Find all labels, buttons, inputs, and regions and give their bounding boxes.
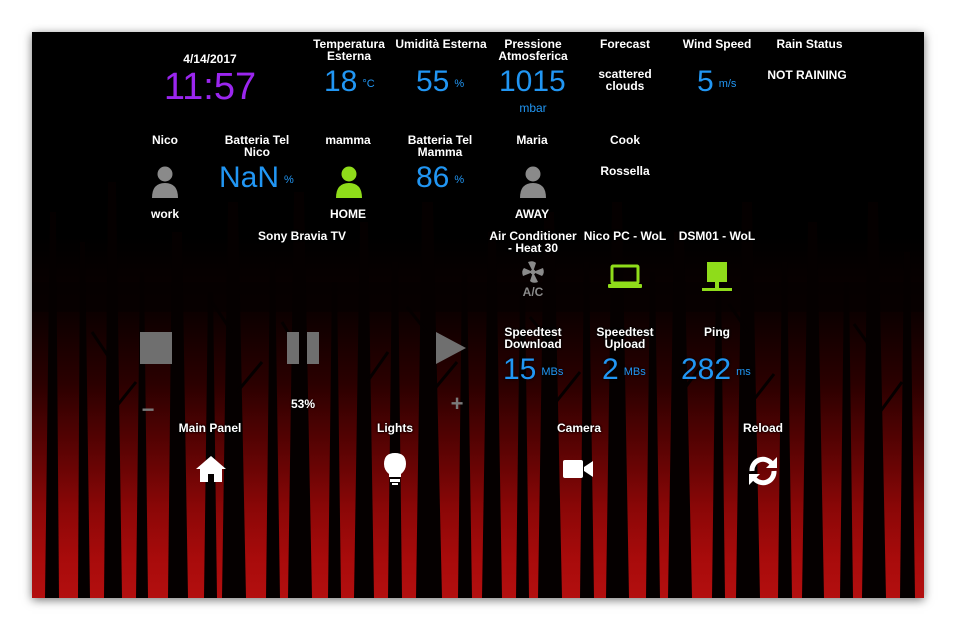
volume-down-button[interactable]: − bbox=[140, 399, 156, 421]
speed-upload-label: Speedtest Upload bbox=[596, 325, 654, 351]
volume-level: 53% bbox=[290, 397, 316, 411]
server-icon bbox=[702, 262, 732, 291]
forest-background bbox=[32, 182, 924, 598]
ping-unit: ms bbox=[736, 366, 751, 378]
play-icon[interactable] bbox=[434, 331, 468, 365]
pressure-label: Pressione Atmosferica bbox=[498, 37, 568, 63]
nav-main-label: Main Panel bbox=[178, 421, 242, 435]
home-icon bbox=[196, 456, 226, 482]
person-mamma-label: mamma bbox=[325, 133, 371, 147]
lightbulb-icon bbox=[384, 453, 406, 485]
wind-value: 5 m/s bbox=[697, 67, 736, 97]
svg-text:A/C: A/C bbox=[523, 285, 544, 298]
pressure-value: 1015 bbox=[499, 65, 566, 98]
cook-label: Cook bbox=[610, 133, 640, 147]
humidity-label: Umidità Esterna bbox=[395, 37, 487, 51]
humidity-value: 55% bbox=[416, 67, 464, 97]
nav-lights-label: Lights bbox=[377, 421, 413, 435]
battery-nico-label: Batteria Tel Nico bbox=[224, 133, 290, 159]
temp-number: 18 bbox=[324, 65, 358, 98]
battery-nico-number: NaN bbox=[219, 161, 280, 194]
ping-number: 282 bbox=[681, 353, 732, 386]
temp-label: Temperatura Esterna bbox=[313, 37, 385, 63]
forecast-value: scattered clouds bbox=[598, 67, 652, 93]
battery-nico-value: NaN% bbox=[219, 163, 294, 193]
cook-value: Rossella bbox=[600, 164, 650, 178]
speed-download-number: 15 bbox=[503, 353, 537, 386]
laptop-icon bbox=[608, 264, 642, 288]
speed-upload-value: 2 MBs bbox=[602, 355, 646, 385]
speed-download-value: 15 MBs bbox=[503, 355, 563, 385]
switch-dsm-label: DSM01 - WoL bbox=[678, 229, 756, 243]
person-icon bbox=[152, 166, 178, 198]
rain-label: Rain Status bbox=[776, 37, 843, 51]
media-label: Sony Bravia TV bbox=[257, 229, 347, 243]
person-icon bbox=[520, 166, 546, 198]
speed-download-unit: MBs bbox=[541, 366, 564, 378]
wind-number: 5 bbox=[697, 65, 714, 98]
battery-mamma-value: 86% bbox=[416, 163, 464, 193]
volume-up-button[interactable]: + bbox=[448, 393, 466, 415]
date-label: 4/14/2017 bbox=[183, 52, 237, 66]
person-nico-state: work bbox=[150, 207, 179, 221]
speed-upload-unit: MBs bbox=[623, 366, 646, 378]
clock-time: 11:57 bbox=[163, 66, 257, 108]
person-mamma-state: HOME bbox=[330, 207, 366, 221]
temp-value: 18 °C bbox=[324, 67, 375, 97]
stop-icon[interactable] bbox=[140, 332, 172, 364]
humidity-number: 55 bbox=[416, 65, 450, 98]
rain-value: NOT RAINING bbox=[767, 68, 847, 82]
pause-icon[interactable] bbox=[287, 332, 319, 364]
battery-mamma-number: 86 bbox=[416, 161, 450, 194]
humidity-unit: % bbox=[454, 78, 465, 90]
ping-label: Ping bbox=[704, 325, 730, 339]
forecast-label: Forecast bbox=[599, 37, 651, 51]
dashboard-panel: 4/14/2017 11:57 Temperatura Esterna 18 °C… bbox=[32, 32, 924, 598]
wind-label: Wind Speed bbox=[682, 37, 752, 51]
person-maria-label: Maria bbox=[516, 133, 548, 147]
ping-value: 282 ms bbox=[681, 355, 751, 385]
temp-unit: °C bbox=[362, 78, 375, 90]
switch-ac-label: Air Conditioner - Heat 30 bbox=[489, 229, 577, 255]
wind-unit: m/s bbox=[718, 78, 737, 90]
video-camera-icon bbox=[563, 460, 593, 478]
person-maria-state: AWAY bbox=[514, 207, 550, 221]
nav-reload-label: Reload bbox=[742, 421, 783, 435]
nav-camera-label: Camera bbox=[556, 421, 602, 435]
pressure-unit: mbar bbox=[519, 101, 547, 115]
person-icon bbox=[336, 166, 362, 198]
person-nico-label: Nico bbox=[151, 133, 178, 147]
battery-mamma-label: Batteria Tel Mamma bbox=[407, 133, 473, 159]
ac-icon: A/C bbox=[522, 261, 544, 298]
speed-download-label: Speedtest Download bbox=[504, 325, 562, 351]
battery-mamma-unit: % bbox=[454, 174, 465, 186]
refresh-icon bbox=[749, 456, 777, 486]
battery-nico-unit: % bbox=[284, 174, 294, 186]
switch-nicopc-label: Nico PC - WoL bbox=[583, 229, 667, 243]
speed-upload-number: 2 bbox=[602, 353, 619, 386]
